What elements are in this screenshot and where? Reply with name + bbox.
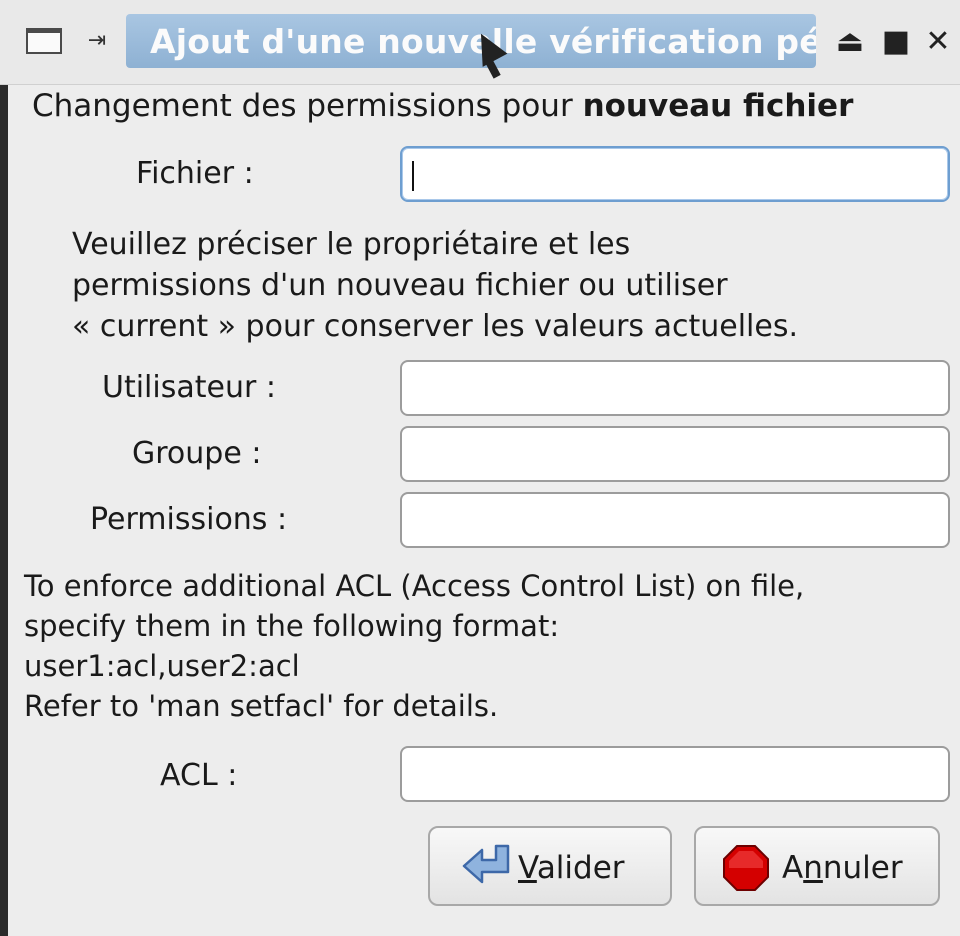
permissions-input[interactable] (400, 492, 950, 548)
owner-instructions: Veuillez préciser le propriétaire et les… (72, 224, 798, 347)
pin-icon[interactable]: ⇥ (80, 28, 114, 54)
acl-help-line: Refer to 'man setfacl' for details. (24, 689, 499, 723)
owner-instructions-line: permissions d'un nouveau fichier ou util… (72, 268, 728, 303)
enter-arrow-icon (462, 844, 510, 884)
file-input[interactable] (400, 146, 950, 202)
acl-help-line: specify them in the following format: (24, 609, 560, 643)
text-caret (412, 161, 414, 191)
acl-input[interactable] (400, 746, 950, 802)
group-input[interactable] (400, 426, 950, 482)
user-input[interactable] (400, 360, 950, 416)
permissions-label: Permissions : (90, 502, 288, 537)
acl-help-line: user1:acl,user2:acl (24, 649, 300, 683)
window-left-border (0, 0, 8, 936)
shade-icon[interactable]: ⏏ (830, 24, 870, 60)
owner-instructions-line: Veuillez préciser le propriétaire et les (72, 227, 631, 262)
window-menu-icon[interactable] (26, 28, 62, 54)
acl-help-text: To enforce additional ACL (Access Contro… (24, 566, 804, 726)
cancel-button[interactable]: Annuler (694, 826, 940, 906)
dialog-heading: Changement des permissions pour nouveau … (32, 88, 952, 124)
validate-button[interactable]: Valider (428, 826, 672, 906)
heading-bold: nouveau fichier (582, 88, 854, 124)
acl-help-line: To enforce additional ACL (Access Contro… (24, 569, 805, 603)
heading-prefix: Changement des permissions pour (32, 88, 583, 124)
maximize-icon[interactable]: ■ (876, 24, 916, 60)
user-label: Utilisateur : (102, 370, 276, 405)
stop-icon (723, 845, 769, 891)
group-label: Groupe : (132, 436, 262, 471)
acl-label: ACL : (160, 758, 238, 793)
cancel-label: Annuler (782, 850, 903, 886)
file-label: Fichier : (136, 156, 254, 191)
owner-instructions-line: « current » pour conserver les valeurs a… (72, 309, 798, 344)
close-icon[interactable]: ✕ (918, 24, 958, 60)
validate-label: Valider (518, 850, 625, 886)
